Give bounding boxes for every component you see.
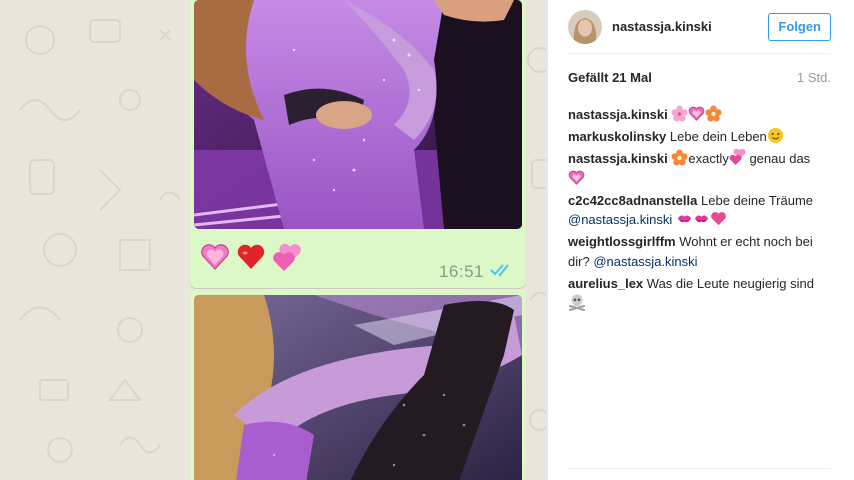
message-bubble[interactable]: 16:51 [190,0,526,288]
comments-divider [568,468,831,469]
two-hearts-icon [729,149,746,166]
instagram-post-panel: nastassja.kinski Folgen Gefällt 21 Mal 1… [548,0,854,480]
comment-username[interactable]: nastassja.kinski [568,151,668,166]
pink-sparkling-heart-icon [200,242,230,272]
photo-dancers-embrace[interactable] [194,0,522,229]
comment: nastassja.kinski [568,105,836,125]
message-meta: 16:51 [439,262,512,282]
comment: c2c42cc8adnanstella Lebe deine Träume @na… [568,191,836,230]
blossom-icon [705,105,722,122]
comment-list: nastassja.kinski markuskolinsky Lebe dei… [568,105,836,316]
follow-button[interactable]: Folgen [768,12,831,41]
likes-count[interactable]: Gefällt 21 Mal [568,70,652,85]
comment-text: genau das [749,151,811,166]
emoji-row [200,242,302,272]
message-bubble[interactable] [190,289,526,480]
skull-crossbones-icon [568,293,586,311]
message-time: 16:51 [438,262,484,281]
blossom-icon [671,149,688,166]
comment-username[interactable]: nastassja.kinski [568,107,668,122]
comment: markuskolinsky Lebe dein Leben [568,127,836,147]
kiss-mark-icon [693,210,710,227]
double-check-icon [490,263,512,282]
likes-row: Gefällt 21 Mal 1 Std. [568,70,831,85]
chat-panel[interactable]: 16:51 [0,0,546,480]
comment-username[interactable]: markuskolinsky [568,129,666,144]
red-heart-icon [236,242,266,272]
post-timestamp[interactable]: 1 Std. [797,70,831,85]
comment-text: exactly [688,151,729,166]
post-username[interactable]: nastassja.kinski [612,19,768,34]
mention-link[interactable]: @nastassja.kinski [568,212,672,227]
avatar[interactable] [568,9,602,44]
smiley-icon [767,127,784,144]
sparkling-heart-icon [688,105,705,122]
comment: nastassja.kinski exactly genau das [568,149,836,188]
kiss-mark-icon [676,210,693,227]
comment-text: Lebe deine Träume [701,192,814,208]
post-header: nastassja.kinski Folgen [568,0,831,54]
cherry-blossom-icon [671,105,688,122]
red-heart-icon [710,210,727,227]
comment-text: Lebe dein Leben [669,129,767,144]
photo-dancers-stage[interactable] [194,295,522,480]
comment-username[interactable]: aurelius_lex [568,276,643,291]
comment-username[interactable]: c2c42cc8adnanstella [568,193,697,208]
comment-username[interactable]: weightlossgirlffm [568,234,676,249]
comment: weightlossgirlffm Wohnt er echt noch bei… [568,232,836,271]
two-hearts-icon [272,242,302,272]
sparkling-heart-icon [568,169,585,186]
comment-text: Was die Leute neugierig sind [646,275,814,291]
mention-link[interactable]: @nastassja.kinski [593,254,697,269]
comment: aurelius_lex Was die Leute neugierig sin… [568,274,836,314]
screen: 16:51 nastassja.kinski Folgen Gefällt 21… [0,0,854,480]
